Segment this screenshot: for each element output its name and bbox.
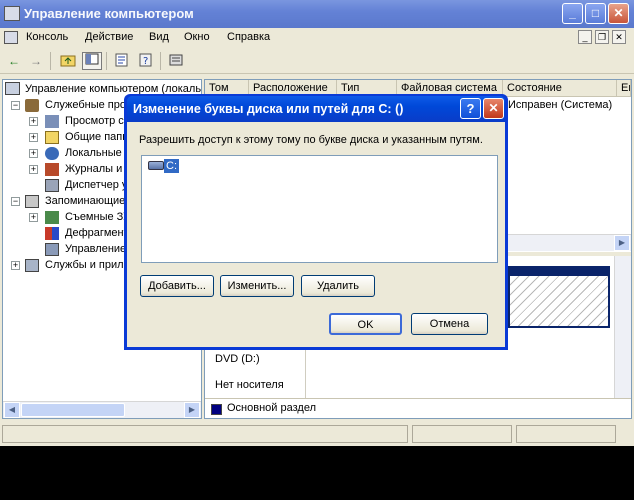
- expand-icon[interactable]: +: [29, 149, 38, 158]
- status-panel: [412, 425, 512, 443]
- remove-button[interactable]: Удалить: [301, 275, 375, 297]
- storage-icon: [25, 195, 39, 208]
- status-panel: [516, 425, 616, 443]
- shared-folder-icon: [45, 131, 59, 144]
- mdi-restore-button[interactable]: ❐: [595, 30, 609, 44]
- list-item-c-drive[interactable]: C:: [164, 159, 179, 173]
- svg-text:?: ?: [143, 56, 148, 67]
- collapse-icon[interactable]: −: [11, 197, 20, 206]
- event-viewer-icon: [45, 115, 59, 128]
- column-header-status[interactable]: Состояние: [503, 80, 617, 97]
- change-drive-letter-dialog: Изменение буквы диска или путей для C: (…: [124, 94, 508, 350]
- cancel-button[interactable]: Отмена: [411, 313, 488, 335]
- tree-item-event-viewer[interactable]: Просмотр со: [65, 113, 130, 129]
- dialog-close-button[interactable]: ✕: [483, 98, 504, 119]
- defrag-icon: [45, 227, 59, 240]
- scroll-right-arrow[interactable]: ▶: [614, 235, 630, 251]
- dvd-drive-label: DVD (D:): [215, 353, 260, 365]
- legend-primary-label: Основной раздел: [227, 402, 316, 414]
- dialog-title: Изменение буквы диска или путей для C: (…: [133, 102, 404, 116]
- column-header-capacity[interactable]: Ем: [617, 80, 631, 97]
- tree-item-system-tools[interactable]: Служебные про: [45, 97, 126, 113]
- toolbar-separator: [50, 52, 51, 70]
- menu-view[interactable]: Вид: [149, 31, 169, 43]
- forward-arrow-icon[interactable]: →: [26, 52, 46, 70]
- minimize-button[interactable]: _: [562, 3, 583, 24]
- perf-logs-icon: [45, 163, 59, 176]
- tree-item-device-manager[interactable]: Диспетчер у: [65, 177, 127, 193]
- tree-horizontal-scrollbar[interactable]: ◀ ▶: [3, 401, 201, 418]
- drive-icon: [148, 161, 164, 170]
- tree-item-shared-folders[interactable]: Общие папк: [65, 129, 127, 145]
- tree-item-storage[interactable]: Запоминающие: [45, 193, 125, 209]
- help-icon[interactable]: ?: [136, 52, 156, 70]
- drive-row-divider: [305, 342, 306, 398]
- tree-item-perf-logs[interactable]: Журналы и: [65, 161, 122, 177]
- tree-item-disk-management[interactable]: Управление: [65, 241, 126, 257]
- dialog-help-button[interactable]: ?: [460, 98, 481, 119]
- menu-help[interactable]: Справка: [227, 31, 270, 43]
- window-title: Управление компьютером: [24, 6, 194, 21]
- mdi-minimize-button[interactable]: _: [578, 30, 592, 44]
- graphical-vertical-scrollbar[interactable]: [614, 256, 631, 398]
- dialog-title-bar: Изменение буквы диска или путей для C: (…: [127, 96, 505, 122]
- expand-icon[interactable]: +: [29, 165, 38, 174]
- up-folder-icon[interactable]: [58, 52, 78, 70]
- close-button[interactable]: ✕: [608, 3, 629, 24]
- users-icon: [45, 147, 59, 160]
- back-arrow-icon[interactable]: ←: [4, 52, 24, 70]
- expand-icon[interactable]: +: [29, 213, 38, 222]
- paths-listbox[interactable]: C:: [141, 155, 498, 263]
- show-hide-tree-icon[interactable]: [82, 52, 102, 70]
- device-manager-icon: [45, 179, 59, 192]
- scroll-thumb[interactable]: [21, 403, 125, 417]
- toolbar-separator: [160, 52, 161, 70]
- expand-icon[interactable]: +: [29, 117, 38, 126]
- tools-icon: [25, 99, 39, 112]
- partition-block[interactable]: [508, 266, 610, 328]
- tree-item-defragmenter[interactable]: Дефрагмент: [65, 225, 129, 241]
- legend-bar: Основной раздел: [205, 398, 631, 418]
- disk-management-icon: [45, 243, 59, 256]
- dialog-description: Разрешить доступ к этому тому по букве д…: [139, 134, 483, 146]
- menu-window[interactable]: Окно: [184, 31, 210, 43]
- volume-status-cell: Исправен (Система): [508, 99, 613, 111]
- scroll-right-arrow[interactable]: ▶: [184, 402, 200, 418]
- expand-icon[interactable]: +: [29, 133, 38, 142]
- dialog-body: Разрешить доступ к этому тому по букве д…: [127, 122, 505, 347]
- status-panel: [2, 425, 408, 443]
- mdi-close-button[interactable]: ✕: [612, 30, 626, 44]
- properties-icon[interactable]: [112, 52, 132, 70]
- expand-icon[interactable]: +: [11, 261, 20, 270]
- tree-item-local-users[interactable]: Локальные: [65, 145, 122, 161]
- tree-item-removable-storage[interactable]: Съемные ЗУ: [65, 209, 130, 225]
- change-button[interactable]: Изменить...: [220, 275, 294, 297]
- ok-button[interactable]: OK: [329, 313, 402, 335]
- tree-item-services-apps[interactable]: Службы и прило: [45, 257, 130, 273]
- add-button[interactable]: Добавить...: [140, 275, 214, 297]
- title-bar: Управление компьютером _ □ ✕: [0, 0, 634, 28]
- collapse-icon[interactable]: −: [11, 101, 20, 110]
- removable-storage-icon: [45, 211, 59, 224]
- scroll-left-arrow[interactable]: ◀: [4, 402, 20, 418]
- maximize-button[interactable]: □: [585, 3, 606, 24]
- app-icon: [4, 6, 20, 21]
- legend-swatch-primary: [211, 404, 222, 415]
- menu-action[interactable]: Действие: [85, 31, 133, 43]
- toolbar-separator: [106, 52, 107, 70]
- menu-console[interactable]: Консоль: [26, 31, 68, 43]
- disk-view-icon[interactable]: [166, 52, 186, 70]
- status-bar: [0, 422, 634, 446]
- tree-root-icon: [5, 82, 20, 95]
- console-icon: [4, 31, 18, 44]
- services-icon: [25, 259, 39, 272]
- no-media-label: Нет носителя: [215, 379, 284, 391]
